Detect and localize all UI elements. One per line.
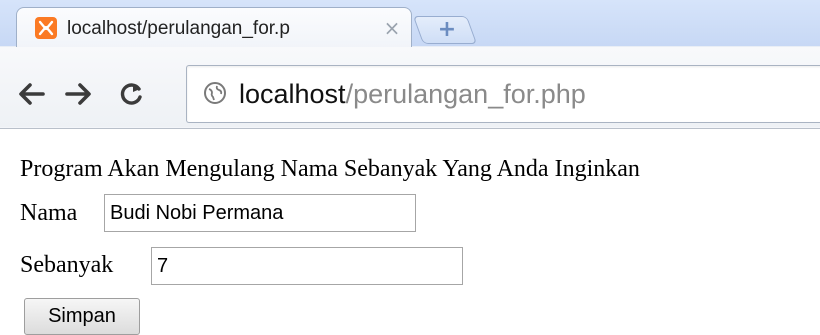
- reload-icon: [120, 83, 142, 105]
- xampp-logo-icon: [35, 17, 57, 39]
- url-path: /perulangan_for.php: [345, 79, 586, 109]
- address-bar[interactable]: localhost/perulangan_for.php: [186, 65, 820, 123]
- sebanyak-input[interactable]: [151, 247, 463, 285]
- url-text: localhost/perulangan_for.php: [239, 78, 586, 110]
- page-heading: Program Akan Mengulang Nama Sebanyak Yan…: [20, 156, 640, 182]
- tab-title: localhost/perulangan_for.p: [67, 18, 290, 39]
- new-tab-plus-icon: +: [437, 17, 457, 42]
- forward-arrow-icon: [65, 83, 91, 105]
- back-button[interactable]: [14, 77, 48, 111]
- reload-button[interactable]: [114, 77, 148, 111]
- url-host: localhost: [239, 79, 346, 109]
- simpan-button[interactable]: Simpan: [24, 298, 140, 335]
- browser-tab[interactable]: localhost/perulangan_for.p ×: [16, 7, 412, 48]
- back-arrow-icon: [19, 83, 45, 105]
- nama-input[interactable]: [104, 194, 416, 232]
- tab-close-icon[interactable]: ×: [382, 18, 402, 38]
- browser-chrome: localhost/perulangan_for.p × + localhost…: [0, 0, 820, 129]
- forward-button[interactable]: [62, 77, 96, 111]
- nama-label: Nama: [20, 200, 78, 226]
- sebanyak-label: Sebanyak: [20, 252, 114, 278]
- globe-icon: [204, 82, 226, 104]
